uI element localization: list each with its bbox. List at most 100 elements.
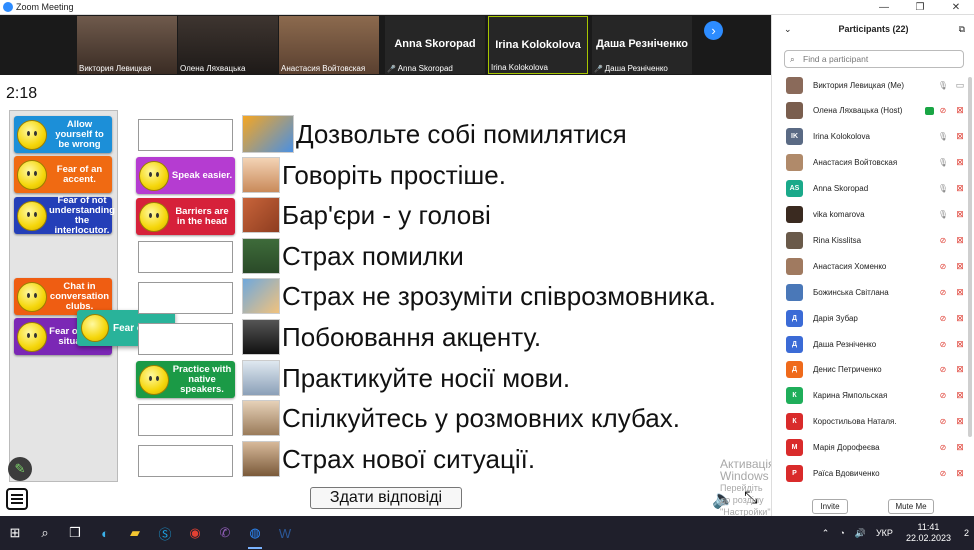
- mic-muted-icon[interactable]: ⊘: [937, 262, 949, 271]
- camera-off-icon[interactable]: ⊠: [953, 442, 967, 453]
- participant-name: Карина Ямпольская: [813, 391, 888, 401]
- minimize-button[interactable]: —: [866, 0, 902, 15]
- participants-scrollbar[interactable]: [968, 77, 972, 437]
- participant-row[interactable]: Анастасия Хоменко ⊘ ⊠: [772, 253, 974, 279]
- camera-off-icon[interactable]: ⊠: [953, 339, 967, 350]
- mic-muted-icon[interactable]: ⊘: [937, 391, 949, 400]
- popout-icon[interactable]: ⧉: [959, 15, 965, 43]
- camera-off-icon[interactable]: ⊠: [953, 364, 967, 375]
- clock[interactable]: 11:41 22.02.2023: [906, 522, 951, 544]
- participant-row[interactable]: vika komarova 🎙 ⊠: [772, 202, 974, 228]
- tile-name-label: 🎤 Даша Резніченко: [594, 64, 668, 73]
- mic-icon[interactable]: 🎙: [937, 81, 949, 90]
- mic-muted-icon[interactable]: ⊘: [937, 469, 949, 478]
- mic-muted-icon[interactable]: ⊘: [937, 236, 949, 245]
- camera-off-icon[interactable]: ⊠: [953, 287, 967, 298]
- participant-name: Даша Резніченко: [813, 339, 877, 349]
- search-icon[interactable]: ⌕: [30, 516, 60, 550]
- video-tile[interactable]: Виктория Левицкая: [77, 16, 177, 74]
- maximize-button[interactable]: ❐: [902, 0, 938, 15]
- video-tile[interactable]: Олена Ляхвацька: [178, 16, 278, 74]
- participant-row[interactable]: Олена Ляхвацька (Host) ⊘ ⊠: [772, 98, 974, 124]
- mic-icon[interactable]: 🎙: [937, 158, 949, 167]
- invite-button[interactable]: Invite: [812, 499, 848, 514]
- participant-row[interactable]: М Марія Дорофеєва ⊘ ⊠: [772, 435, 974, 461]
- participant-row[interactable]: Анастасия Войтовская 🎙 ⊠: [772, 150, 974, 176]
- viber-icon[interactable]: ✆: [210, 516, 240, 550]
- answer-card[interactable]: Allow yourself to be wrong: [14, 116, 112, 153]
- close-button[interactable]: ✕: [938, 0, 974, 15]
- camera-off-icon[interactable]: ⊠: [953, 131, 967, 142]
- menu-button[interactable]: [6, 488, 28, 510]
- mic-muted-icon[interactable]: ⊘: [937, 288, 949, 297]
- skype-icon[interactable]: Ⓢ: [150, 516, 180, 550]
- network-icon[interactable]: ◔: [839, 528, 844, 538]
- participant-row[interactable]: Д Дарія Зубар ⊘ ⊠: [772, 305, 974, 331]
- language-indicator[interactable]: УКР: [876, 528, 893, 538]
- video-tile[interactable]: Anna Skoropad 🎤 Anna Skoropad: [385, 16, 485, 74]
- camera-off-icon[interactable]: ⊠: [953, 416, 967, 427]
- notifications-badge[interactable]: 2: [964, 528, 969, 538]
- mic-muted-icon[interactable]: ⊘: [937, 314, 949, 323]
- camera-off-icon[interactable]: ⊠: [953, 390, 967, 401]
- answer-slot[interactable]: [138, 282, 233, 314]
- participant-row[interactable]: К Карина Ямпольская ⊘ ⊠: [772, 383, 974, 409]
- placed-card[interactable]: Practice with native speakers.: [136, 361, 235, 398]
- camera-icon[interactable]: ▭: [953, 80, 967, 91]
- submit-answers-button[interactable]: Здати відповіді: [310, 487, 462, 509]
- mic-muted-icon[interactable]: ⊘: [937, 417, 949, 426]
- camera-off-icon[interactable]: ⊠: [953, 261, 967, 272]
- mic-muted-icon[interactable]: ⊘: [937, 365, 949, 374]
- participant-row[interactable]: Р Раїса Вдовиченко ⊘ ⊠: [772, 461, 974, 487]
- answer-slot[interactable]: [138, 404, 233, 436]
- participant-row[interactable]: AS Anna Skoropad 🎙 ⊠: [772, 176, 974, 202]
- file-explorer-icon[interactable]: ▰: [120, 516, 150, 550]
- camera-off-icon[interactable]: ⊠: [953, 105, 967, 116]
- video-tile[interactable]: Анастасия Войтовская: [279, 16, 379, 74]
- camera-off-icon[interactable]: ⊠: [953, 468, 967, 479]
- start-icon[interactable]: ⊞: [0, 516, 30, 550]
- camera-off-icon[interactable]: ⊠: [953, 235, 967, 246]
- camera-off-icon[interactable]: ⊠: [953, 157, 967, 168]
- phrase-row: Страх помилки: [242, 237, 464, 275]
- mic-icon[interactable]: 🎙: [937, 184, 949, 193]
- placed-card[interactable]: Speak easier.: [136, 157, 235, 194]
- answer-card[interactable]: Fear of an accent.: [14, 156, 112, 193]
- participant-row[interactable]: Виктория Левицкая (Me) 🎙 ▭: [772, 72, 974, 98]
- zoom-taskbar-icon[interactable]: ◍: [240, 516, 270, 550]
- next-videos-button[interactable]: ›: [704, 21, 723, 40]
- mic-muted-icon[interactable]: ⊘: [937, 106, 949, 115]
- mic-muted-icon[interactable]: ⊘: [937, 340, 949, 349]
- camera-off-icon[interactable]: ⊠: [953, 209, 967, 220]
- answer-slot[interactable]: [138, 119, 233, 151]
- mute-me-button[interactable]: Mute Me: [888, 499, 934, 514]
- answer-slot[interactable]: [138, 323, 233, 355]
- answer-card[interactable]: Fear of not understanding the interlocut…: [14, 195, 115, 235]
- participant-row[interactable]: Rina Kisslitsa ⊘ ⊠: [772, 227, 974, 253]
- camera-off-icon[interactable]: ⊠: [953, 313, 967, 324]
- task-view-icon[interactable]: ❒: [60, 516, 90, 550]
- chrome-icon[interactable]: ◉: [180, 516, 210, 550]
- word-icon[interactable]: W: [270, 516, 300, 550]
- video-tile[interactable]: Irina Kolokolova Irina Kolokolova: [488, 16, 588, 74]
- video-tile[interactable]: Даша Резніченко 🎤 Даша Резніченко: [592, 16, 692, 74]
- participant-row[interactable]: Д Даша Резніченко ⊘ ⊠: [772, 331, 974, 357]
- mic-icon[interactable]: 🎙: [937, 132, 949, 141]
- participant-row[interactable]: К Коростильова Наталя. ⊘ ⊠: [772, 409, 974, 435]
- tray-chevron-icon[interactable]: ⌃: [822, 528, 830, 539]
- participant-search-input[interactable]: ⌕ Find a participant: [784, 50, 964, 68]
- smiley-icon: [139, 201, 169, 232]
- camera-off-icon[interactable]: ⊠: [953, 183, 967, 194]
- participant-row[interactable]: Божинська Світлана ⊘ ⊠: [772, 279, 974, 305]
- participant-row[interactable]: Д Денис Петриченко ⊘ ⊠: [772, 357, 974, 383]
- pencil-icon[interactable]: ✎: [8, 457, 32, 481]
- mic-icon[interactable]: 🎙: [937, 210, 949, 219]
- answer-slot[interactable]: [138, 445, 233, 477]
- volume-icon[interactable]: 🔊: [855, 528, 866, 539]
- collapse-chevron-icon[interactable]: ⌄: [784, 15, 792, 43]
- edge-icon[interactable]: ◐: [90, 516, 120, 550]
- participant-row[interactable]: IK Irina Kolokolova 🎙 ⊠: [772, 124, 974, 150]
- answer-slot[interactable]: [138, 241, 233, 273]
- mic-muted-icon[interactable]: ⊘: [937, 443, 949, 452]
- placed-card[interactable]: Barriers are in the head: [136, 198, 235, 235]
